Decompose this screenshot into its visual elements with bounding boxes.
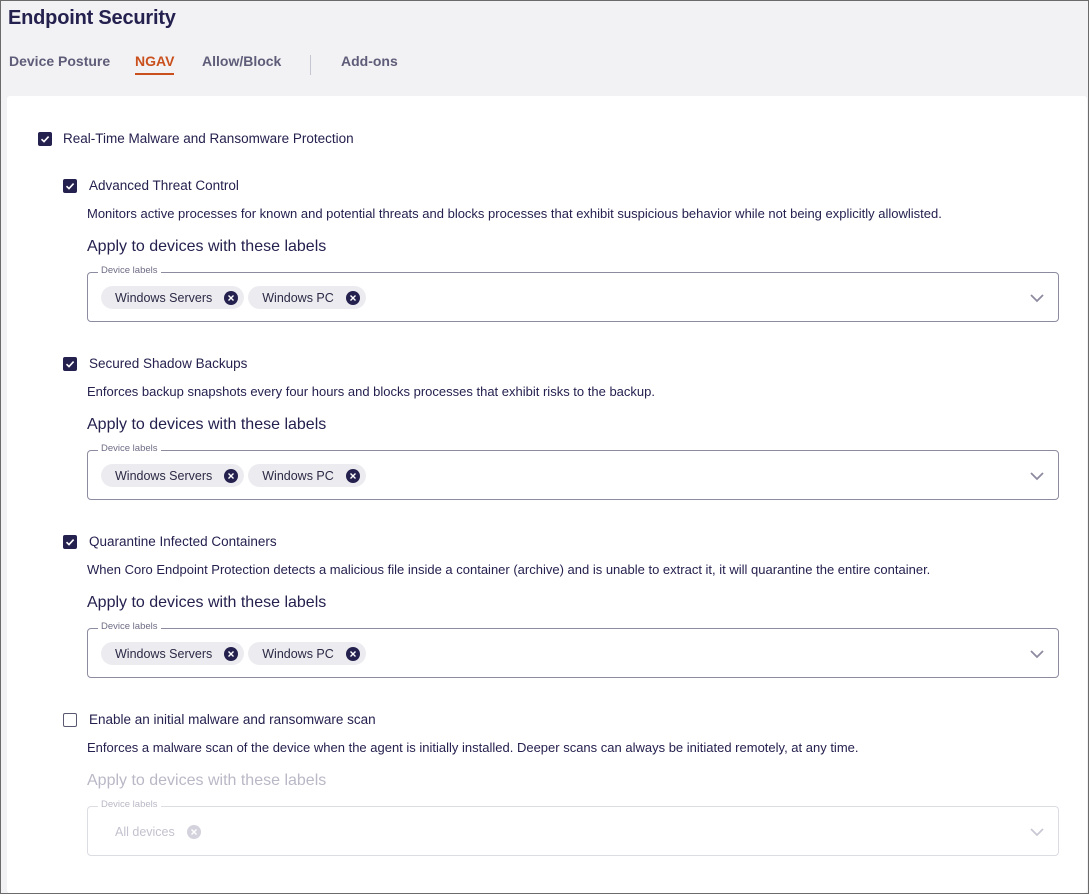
label-chip: Windows Servers	[101, 464, 245, 487]
check-icon	[65, 361, 75, 368]
chevron-down-icon[interactable]	[1029, 646, 1045, 662]
device-labels-select[interactable]: Device labels Windows Servers Windows PC	[87, 265, 1059, 322]
tab-add-ons[interactable]: Add-ons	[341, 53, 398, 69]
device-labels-select[interactable]: Device labels Windows Servers Windows PC	[87, 621, 1059, 678]
secured-shadow-backups-description: Enforces backup snapshots every four hou…	[87, 384, 655, 399]
close-circle-icon[interactable]	[345, 468, 360, 483]
tab-allow-block[interactable]: Allow/Block	[202, 53, 281, 69]
initial-scan-checkbox[interactable]	[63, 713, 77, 727]
secured-shadow-backups-checkbox[interactable]	[63, 357, 77, 371]
advanced-threat-control-checkbox[interactable]	[63, 179, 77, 193]
tab-ngav[interactable]: NGAV	[135, 53, 175, 75]
label-chip: All devices	[101, 820, 207, 843]
field-legend: Device labels	[98, 265, 161, 276]
device-labels-select: Device labels All devices	[87, 799, 1059, 856]
check-icon	[40, 136, 50, 143]
check-icon	[65, 183, 75, 190]
apply-labels-title: Apply to devices with these labels	[87, 238, 327, 255]
main-option-checkbox[interactable]	[38, 132, 52, 146]
close-circle-icon[interactable]	[224, 290, 239, 305]
app-frame: Endpoint Security Device Posture NGAV Al…	[0, 0, 1089, 894]
apply-labels-title: Apply to devices with these labels	[87, 594, 327, 611]
tab-device-posture[interactable]: Device Posture	[9, 53, 110, 69]
label-chip: Windows Servers	[101, 286, 245, 309]
chip-text: Windows PC	[262, 646, 334, 661]
chip-text: All devices	[115, 824, 175, 839]
close-circle-icon[interactable]	[224, 468, 239, 483]
close-circle-icon[interactable]	[345, 646, 360, 661]
chevron-down-icon	[1030, 828, 1044, 837]
settings-card: Real-Time Malware and Ransomware Protect…	[7, 96, 1087, 893]
label-chip: Windows PC	[248, 464, 366, 487]
close-circle-icon[interactable]	[345, 290, 360, 305]
quarantine-infected-containers-description: When Coro Endpoint Protection detects a …	[87, 562, 931, 577]
field-legend: Device labels	[98, 443, 161, 454]
chevron-down-icon[interactable]	[1029, 468, 1045, 484]
page-title: Endpoint Security	[8, 7, 176, 29]
initial-scan-description: Enforces a malware scan of the device wh…	[87, 740, 859, 755]
label-chip: Windows PC	[248, 642, 366, 665]
chip-text: Windows PC	[262, 468, 334, 483]
advanced-threat-control-description: Monitors active processes for known and …	[87, 206, 942, 221]
field-legend: Device labels	[98, 799, 161, 810]
close-circle-icon[interactable]	[224, 646, 239, 661]
tab-divider	[310, 55, 311, 75]
chip-text: Windows PC	[262, 290, 334, 305]
chip-text: Windows Servers	[115, 468, 213, 483]
apply-labels-title: Apply to devices with these labels	[87, 416, 327, 433]
field-legend: Device labels	[98, 621, 161, 632]
advanced-threat-control-label: Advanced Threat Control	[89, 178, 239, 193]
close-circle-icon	[186, 824, 201, 839]
check-icon	[65, 539, 75, 546]
apply-labels-title: Apply to devices with these labels	[87, 772, 327, 789]
quarantine-infected-containers-checkbox[interactable]	[63, 535, 77, 549]
chevron-down-icon[interactable]	[1029, 290, 1045, 306]
device-labels-select[interactable]: Device labels Windows Servers Windows PC	[87, 443, 1059, 500]
label-chip: Windows PC	[248, 286, 366, 309]
chip-text: Windows Servers	[115, 290, 213, 305]
initial-scan-label: Enable an initial malware and ransomware…	[89, 712, 376, 727]
secured-shadow-backups-label: Secured Shadow Backups	[89, 356, 248, 371]
main-option-label: Real-Time Malware and Ransomware Protect…	[63, 131, 354, 146]
quarantine-infected-containers-label: Quarantine Infected Containers	[89, 534, 277, 549]
chip-text: Windows Servers	[115, 646, 213, 661]
label-chip: Windows Servers	[101, 642, 245, 665]
